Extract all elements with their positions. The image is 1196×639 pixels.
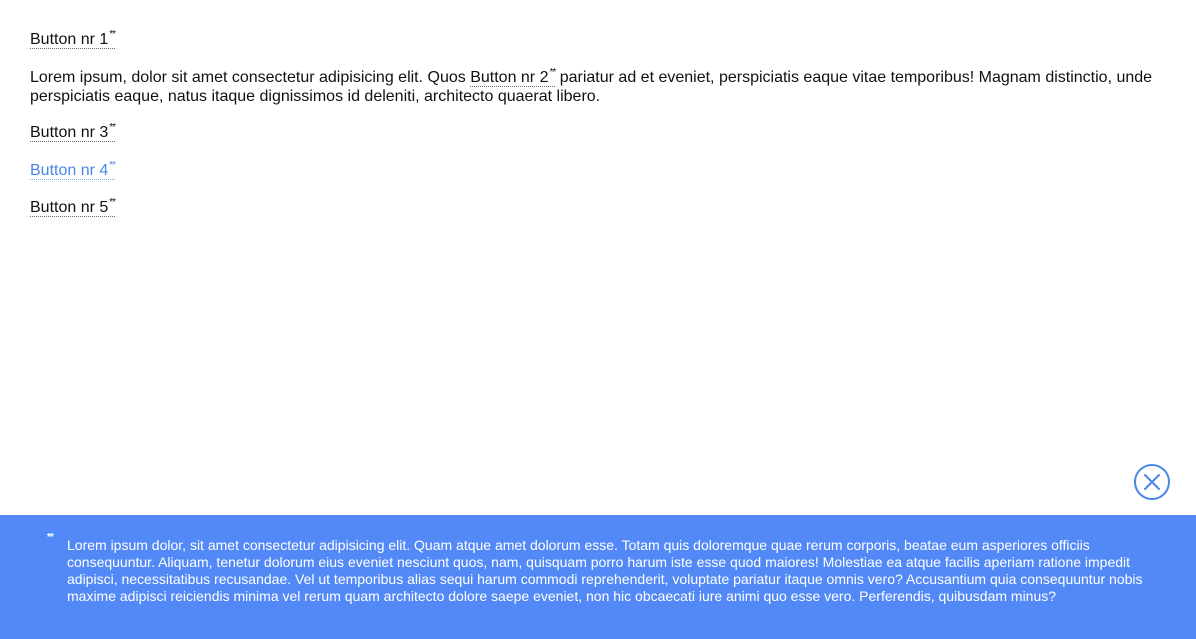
footnote-button-4[interactable]: Button nr 4** xyxy=(30,160,116,180)
close-footnote-button[interactable] xyxy=(1134,464,1170,500)
line-button-4: Button nr 4** xyxy=(30,160,116,180)
line-button-5: Button nr 5** xyxy=(30,197,116,217)
footnote-button-5-label: Button nr 5 xyxy=(30,199,109,216)
footnote-marker: ** xyxy=(109,197,116,208)
lorem-paragraph: Lorem ipsum, dolor sit amet consectetur … xyxy=(30,68,1170,106)
footnote-button-3[interactable]: Button nr 3** xyxy=(30,122,116,142)
footnote-marker: ** xyxy=(109,29,116,40)
line-button-1: Button nr 1** xyxy=(30,29,116,49)
close-icon xyxy=(1144,474,1160,490)
line-button-3: Button nr 3** xyxy=(30,122,116,142)
footnote-button-5[interactable]: Button nr 5** xyxy=(30,197,116,217)
footnote-button-2[interactable]: Button nr 2** xyxy=(470,68,556,87)
footnote-button-4-label: Button nr 4 xyxy=(30,162,109,179)
footnote-button-1[interactable]: Button nr 1** xyxy=(30,29,116,49)
footnote-panel-marker: ** xyxy=(47,532,54,543)
footnote-button-1-label: Button nr 1 xyxy=(30,31,109,48)
footnote-panel: ** Lorem ipsum dolor, sit amet consectet… xyxy=(0,515,1196,639)
paragraph-text-before: Lorem ipsum, dolor sit amet consectetur … xyxy=(30,69,471,86)
footnote-text: Lorem ipsum dolor, sit amet consectetur … xyxy=(67,537,1143,604)
footnote-marker: ** xyxy=(109,122,116,133)
footnote-marker: ** xyxy=(109,160,116,171)
footnote-button-3-label: Button nr 3 xyxy=(30,124,109,141)
footnote-button-2-label: Button nr 2 xyxy=(470,69,549,86)
